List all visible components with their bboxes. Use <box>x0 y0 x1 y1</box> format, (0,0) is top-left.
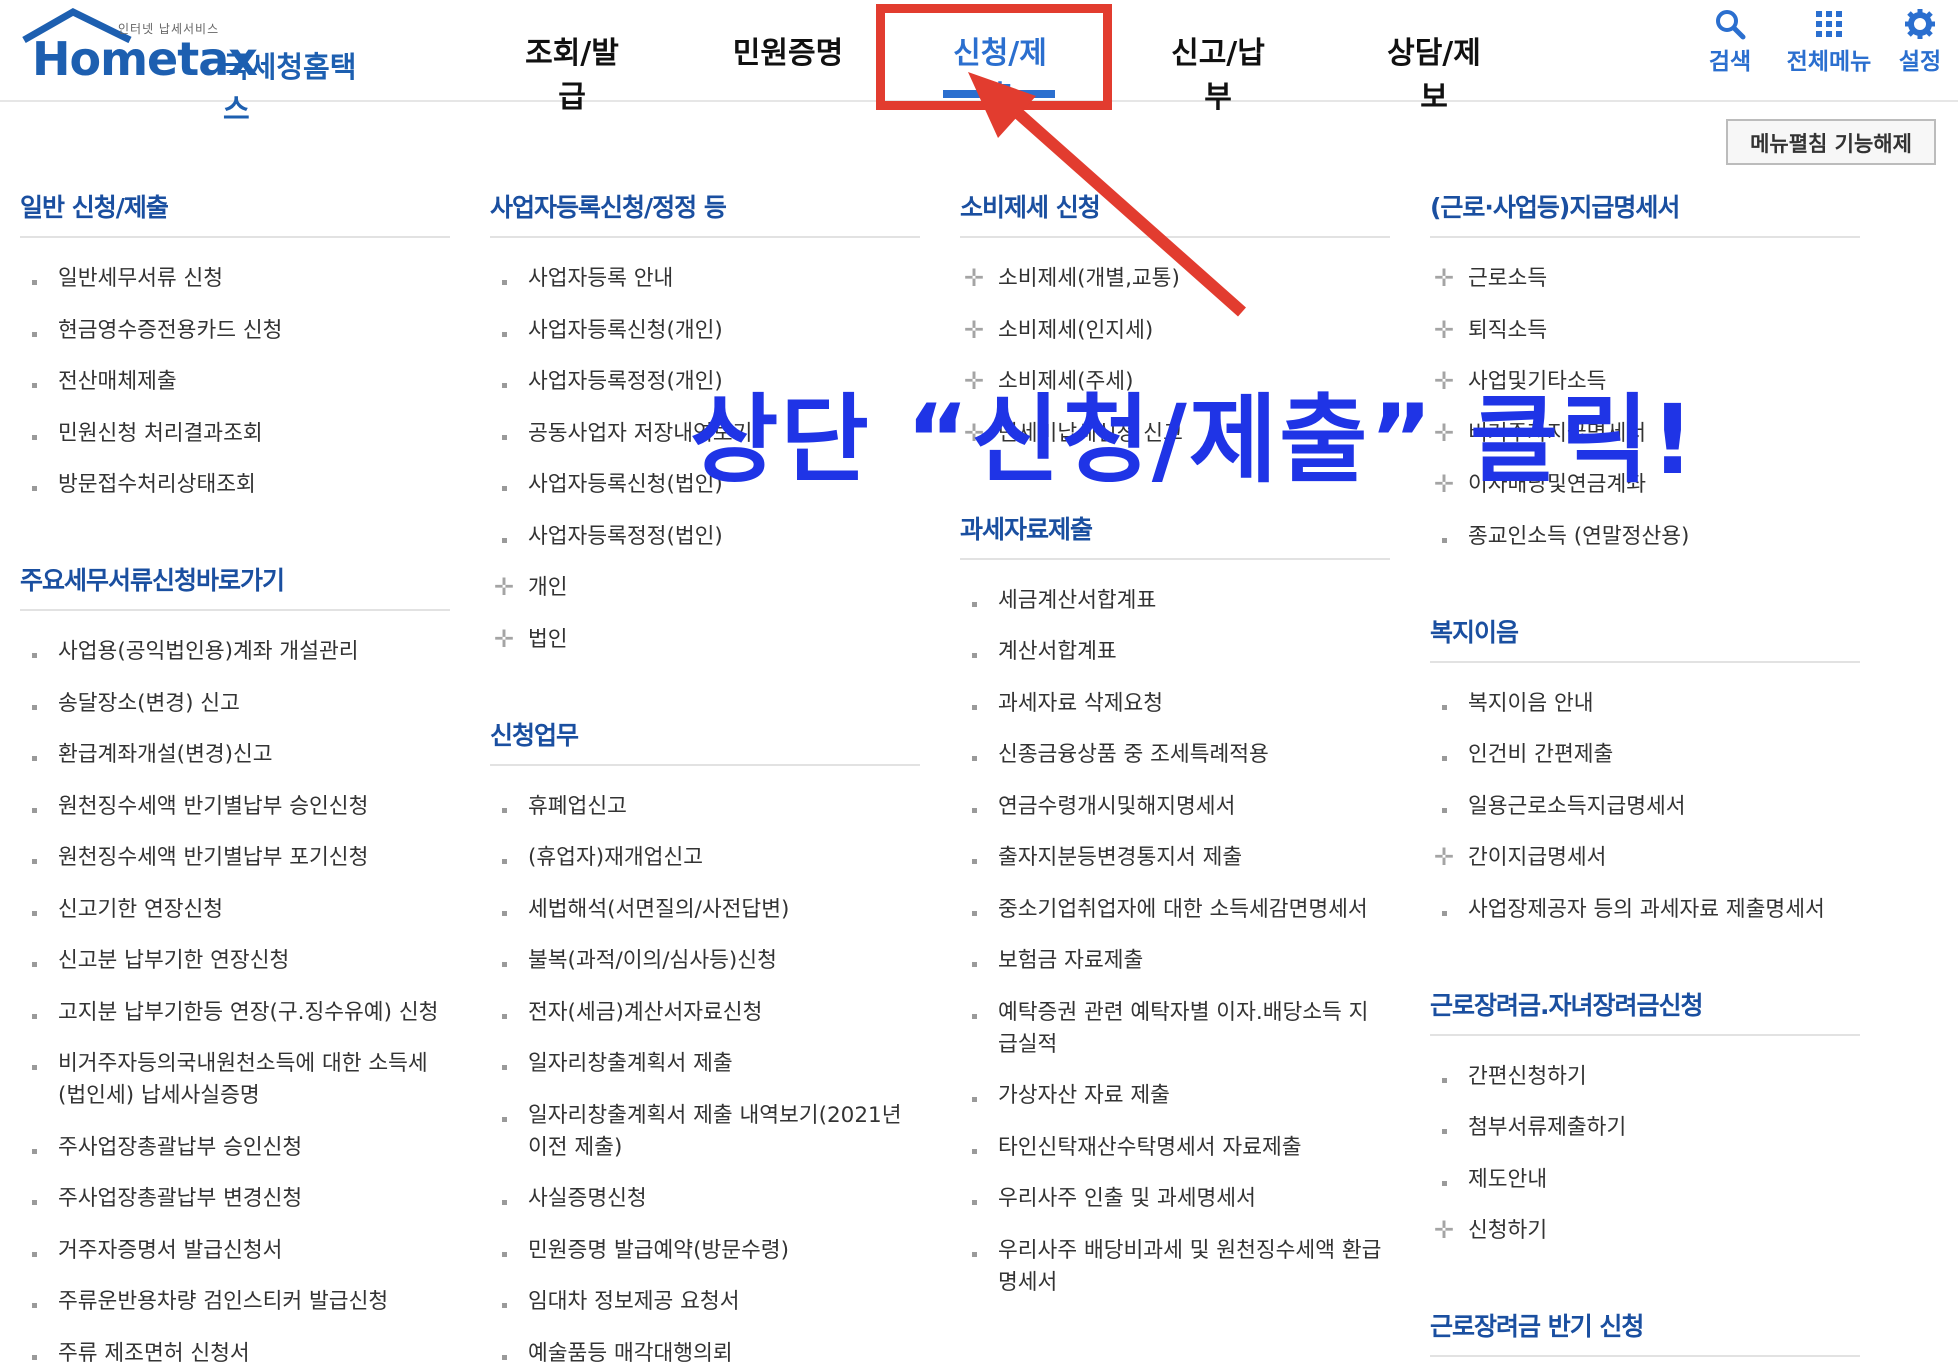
section-divider <box>1430 1355 1860 1357</box>
annotation-arrow-icon <box>968 72 1246 317</box>
annotation-instruction-text: 상단 “신청/제출” 클릭! <box>690 384 1697 496</box>
